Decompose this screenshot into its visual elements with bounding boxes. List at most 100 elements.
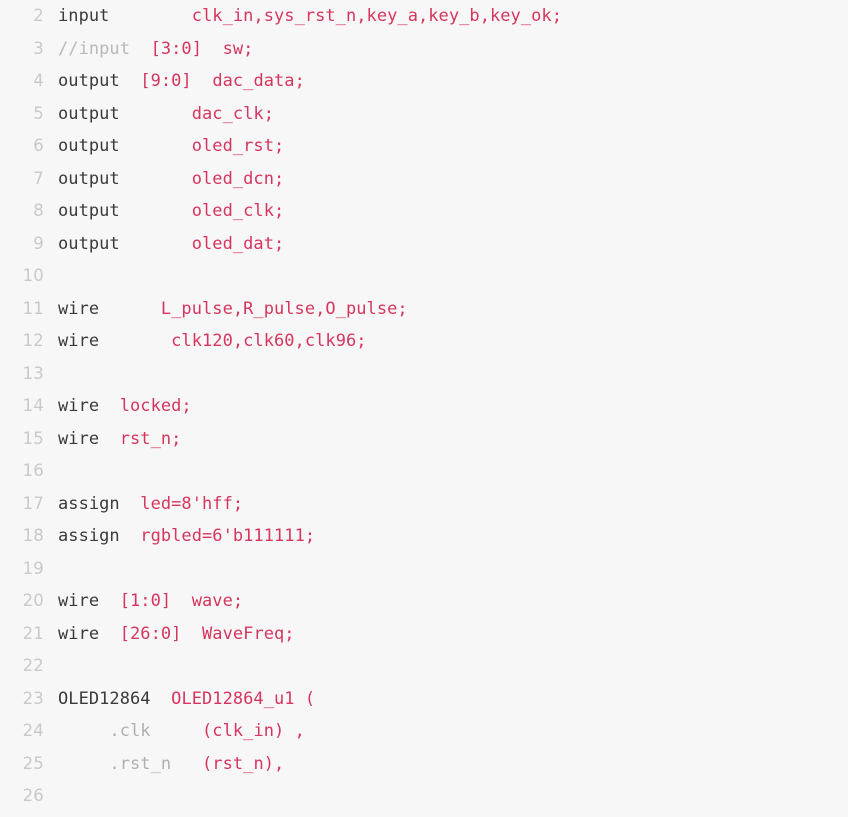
line-number: 2 bbox=[33, 6, 44, 25]
code-token-keyword: output bbox=[58, 233, 120, 254]
code-line[interactable]: 20 wire [1:0] wave; bbox=[0, 585, 848, 618]
code-token-ident: clk120,clk60,clk96; bbox=[171, 331, 367, 351]
code-line[interactable]: 13 bbox=[0, 358, 848, 391]
line-content: assign led=8'hff; bbox=[58, 488, 243, 521]
line-content: wire [26:0] WaveFreq; bbox=[58, 618, 295, 651]
line-number: 24 bbox=[22, 721, 44, 740]
code-line[interactable]: 10 bbox=[0, 260, 848, 293]
line-content: output oled_dat; bbox=[58, 228, 284, 261]
code-line[interactable]: 12 wire clk120,clk60,clk96; bbox=[0, 325, 848, 358]
code-token-ident: wave; bbox=[191, 591, 244, 611]
code-token-keyword: wire bbox=[58, 623, 100, 644]
line-number: 9 bbox=[33, 233, 44, 253]
line-content: wire [1:0] wave; bbox=[58, 585, 243, 618]
code-token-ident: [9:0] bbox=[140, 71, 192, 91]
code-line[interactable]: 7 output oled_dcn; bbox=[0, 163, 848, 196]
code-token-keyword: wire bbox=[58, 298, 100, 319]
code-token-keyword: wire bbox=[58, 591, 100, 611]
code-editor-viewport[interactable]: 2 input clk_in,sys_rst_n,key_a,key_b,key_… bbox=[0, 0, 848, 817]
code-line[interactable]: 6 output oled_rst; bbox=[0, 130, 848, 163]
code-line[interactable]: 15 wire rst_n; bbox=[0, 423, 848, 456]
line-number: 26 bbox=[22, 786, 44, 805]
code-line[interactable]: 24 .clk (clk_in) , bbox=[0, 715, 848, 748]
code-token-ident: rst_n; bbox=[119, 428, 182, 449]
line-number: 3 bbox=[33, 38, 44, 58]
code-token-ident: [3:0] bbox=[150, 38, 203, 59]
line-number: 7 bbox=[33, 168, 44, 188]
code-line[interactable]: 17 assign led=8'hff; bbox=[0, 488, 848, 521]
code-line[interactable]: 3 //input [3:0] sw; bbox=[0, 33, 848, 66]
line-number: 22 bbox=[22, 656, 44, 675]
code-token-ident: oled_rst; bbox=[191, 136, 285, 156]
line-content: input clk_in,sys_rst_n,key_a,key_b,key_o… bbox=[58, 0, 562, 33]
line-number: 10 bbox=[22, 266, 44, 285]
code-token-keyword: output bbox=[58, 201, 120, 221]
code-token-keyword: output bbox=[58, 71, 120, 91]
code-token-ident: L_pulse,R_pulse,O_pulse; bbox=[160, 298, 408, 319]
code-line[interactable]: 19 bbox=[0, 553, 848, 586]
line-content: wire clk120,clk60,clk96; bbox=[58, 325, 367, 358]
code-line[interactable]: 23 OLED12864 OLED12864_u1 ( bbox=[0, 683, 848, 716]
code-token-ident: oled_dat; bbox=[191, 233, 285, 254]
code-line[interactable]: 18 assign rgbled=6'b111111; bbox=[0, 520, 848, 553]
code-token-keyword: wire bbox=[58, 331, 100, 351]
line-number: 18 bbox=[22, 526, 44, 545]
code-token-keyword: output bbox=[58, 136, 120, 156]
code-line[interactable]: 2 input clk_in,sys_rst_n,key_a,key_b,key_… bbox=[0, 0, 848, 33]
code-token-port: .rst_n bbox=[109, 753, 172, 774]
line-number: 17 bbox=[22, 493, 44, 513]
code-token-keyword: output bbox=[58, 103, 120, 124]
line-content: output dac_clk; bbox=[58, 98, 274, 131]
line-number: 12 bbox=[22, 331, 44, 350]
code-token-keyword: OLED12864 bbox=[58, 688, 151, 709]
code-token-ident: clk_in,sys_rst_n,key_a,key_b,key_ok; bbox=[191, 6, 562, 26]
line-number: 20 bbox=[22, 591, 44, 610]
code-line[interactable]: 25 .rst_n (rst_n), bbox=[0, 748, 848, 781]
code-line[interactable]: 21 wire [26:0] WaveFreq; bbox=[0, 618, 848, 651]
code-line[interactable]: 26 bbox=[0, 780, 848, 813]
code-line[interactable]: 11 wire L_pulse,R_pulse,O_pulse; bbox=[0, 293, 848, 326]
code-token-ident: (clk_in) , bbox=[202, 721, 305, 741]
code-line[interactable]: 9 output oled_dat; bbox=[0, 228, 848, 261]
line-number: 23 bbox=[22, 688, 44, 708]
code-token-ident: dac_data; bbox=[212, 71, 305, 91]
line-number: 5 bbox=[33, 103, 44, 123]
line-content: .clk (clk_in) , bbox=[58, 715, 305, 748]
code-line[interactable]: 8 output oled_clk; bbox=[0, 195, 848, 228]
code-token-ident: dac_clk; bbox=[191, 103, 274, 124]
code-token-keyword: assign bbox=[58, 493, 120, 514]
line-number: 8 bbox=[33, 201, 44, 220]
code-line[interactable]: 5 output dac_clk; bbox=[0, 98, 848, 131]
code-token-ident: OLED12864_u1 ( bbox=[171, 688, 316, 709]
code-line[interactable]: 16 bbox=[0, 455, 848, 488]
line-content: wire locked; bbox=[58, 390, 192, 423]
code-line[interactable]: 4 output [9:0] dac_data; bbox=[0, 65, 848, 98]
line-content: .rst_n (rst_n), bbox=[58, 748, 284, 781]
line-content: output oled_clk; bbox=[58, 195, 284, 228]
code-line[interactable]: 14 wire locked; bbox=[0, 390, 848, 423]
code-token-ident: (rst_n), bbox=[202, 753, 285, 774]
code-token-ident: [1:0] bbox=[119, 591, 172, 611]
line-number: 13 bbox=[22, 363, 44, 383]
code-token-ident: rgbled=6'b111111; bbox=[140, 526, 316, 546]
code-token-keyword: input bbox=[58, 6, 110, 26]
code-line[interactable]: 22 bbox=[0, 650, 848, 683]
line-content: output oled_dcn; bbox=[58, 163, 284, 196]
code-token-ident: oled_clk; bbox=[191, 201, 285, 221]
